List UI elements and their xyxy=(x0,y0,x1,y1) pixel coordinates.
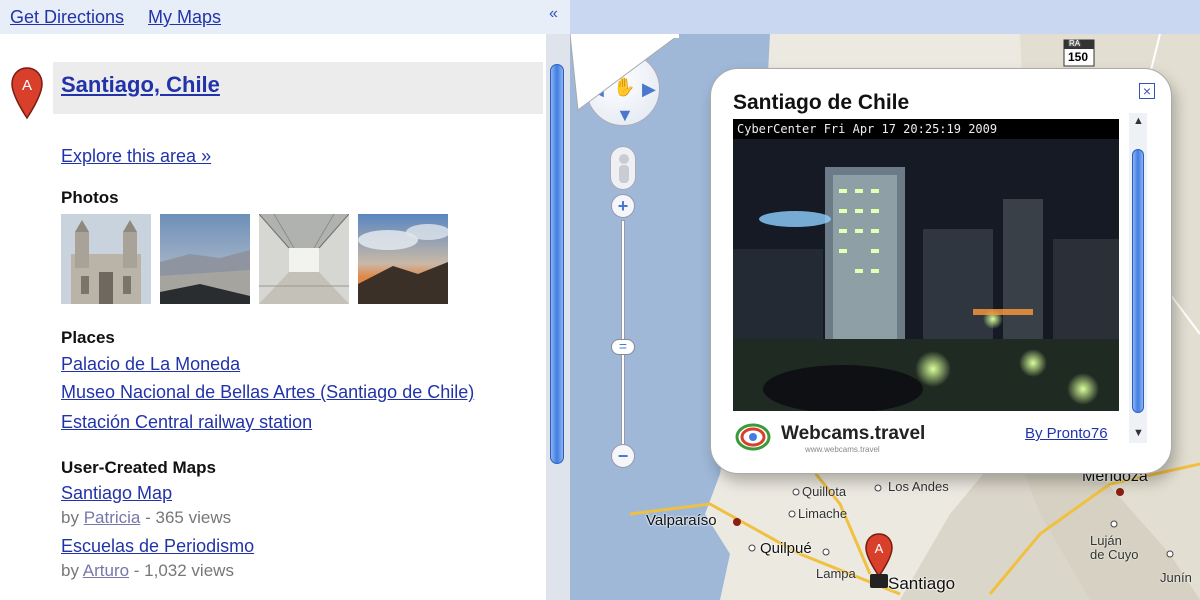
top-bar-left: Get Directions My Maps « xyxy=(0,0,570,34)
street-view-pegman-icon[interactable] xyxy=(610,146,636,190)
photos-heading: Photos xyxy=(61,188,119,207)
place-link[interactable]: Palacio de La Moneda xyxy=(61,354,240,375)
info-window-scrollbar[interactable]: ▲ ▼ xyxy=(1129,113,1147,443)
map-marker-letter: A xyxy=(875,541,884,556)
info-bubble-tail xyxy=(570,34,681,111)
place-link[interactable]: Estación Central railway station xyxy=(61,412,312,433)
panel-scrollbar[interactable] xyxy=(546,34,570,600)
info-window-scroll-thumb[interactable] xyxy=(1132,149,1144,413)
map-label-junin: Junín xyxy=(1160,570,1192,585)
webcams-globe-icon xyxy=(735,423,771,451)
info-window-title: Santiago de Chile xyxy=(733,91,910,114)
author-link[interactable]: Arturo xyxy=(83,561,129,580)
collapse-panel-icon[interactable]: « xyxy=(549,5,558,23)
photo-thumbnail-skyline[interactable] xyxy=(160,214,250,304)
zoom-in-button[interactable]: + xyxy=(611,194,635,218)
map-label-santiago: Santiago xyxy=(888,574,956,593)
info-window[interactable]: Santiago de Chile × CyberCenter Fri Apr … xyxy=(710,68,1172,474)
close-icon[interactable]: × xyxy=(1139,83,1155,99)
user-created-maps-heading: User-Created Maps xyxy=(61,458,216,477)
zoom-slider-thumb[interactable]: = xyxy=(611,339,635,355)
map-label-lujan-de-cuyo: Luján de Cuyo xyxy=(1090,533,1139,562)
photo-thumbnail-sunset[interactable] xyxy=(358,214,450,304)
user-map-link[interactable]: Santiago Map xyxy=(61,483,172,504)
top-bar: Get Directions My Maps « xyxy=(0,0,1200,34)
webcam-caption: CyberCenter Fri Apr 17 20:25:19 2009 xyxy=(733,119,1119,139)
route-shield-number: 150 xyxy=(1068,50,1089,64)
zoom-out-button[interactable]: − xyxy=(611,444,635,468)
logo-text: Webcams.travel xyxy=(781,423,926,444)
search-results-panel: A Santiago, Chile Explore this area » Ph… xyxy=(0,34,546,600)
scroll-down-icon[interactable]: ▼ xyxy=(1133,427,1144,439)
user-map-meta: by Arturo - 1,032 views xyxy=(61,561,234,580)
result-title-link[interactable]: Santiago, Chile xyxy=(61,72,220,98)
author-credit-link[interactable]: By Pronto76 xyxy=(1025,425,1108,442)
map-label-quillota: Quillota xyxy=(802,484,847,499)
user-map-link[interactable]: Escuelas de Periodismo xyxy=(61,536,254,557)
map-canvas[interactable]: RA 150 Valparaíso Quilpué Quillota Limac… xyxy=(570,34,1200,600)
explore-area-link[interactable]: Explore this area » xyxy=(61,146,211,167)
map-label-valparaiso: Valparaíso xyxy=(646,512,717,529)
webcam-image[interactable]: CyberCenter Fri Apr 17 20:25:19 2009 xyxy=(733,119,1119,411)
zoom-slider-track[interactable] xyxy=(621,220,625,450)
route-shield-prefix: RA xyxy=(1069,39,1081,48)
marker-a-icon[interactable]: A xyxy=(10,66,44,127)
my-maps-link[interactable]: My Maps xyxy=(148,7,221,28)
scroll-up-icon[interactable]: ▲ xyxy=(1133,115,1144,127)
photo-thumbnail-cathedral[interactable] xyxy=(61,214,151,304)
webcams-travel-logo[interactable]: Webcams.travel www.webcams.travel xyxy=(735,419,925,455)
logo-subtext: www.webcams.travel xyxy=(805,445,880,454)
place-link[interactable]: Museo Nacional de Bellas Artes (Santiago… xyxy=(61,382,474,403)
marker-letter: A xyxy=(22,77,32,94)
map-label-lampa: Lampa xyxy=(816,566,856,581)
user-map-meta: by Patricia - 365 views xyxy=(61,508,232,527)
top-bar-right xyxy=(570,0,1200,34)
author-link[interactable]: Patricia xyxy=(84,508,141,527)
get-directions-link[interactable]: Get Directions xyxy=(10,7,124,28)
map-label-quilpue: Quilpué xyxy=(760,540,812,557)
map-label-los-andes: Los Andes xyxy=(888,479,949,494)
map-label-limache: Limache xyxy=(798,506,848,521)
panel-scroll-thumb[interactable] xyxy=(550,64,564,464)
places-heading: Places xyxy=(61,328,115,347)
photo-thumbnail-station[interactable] xyxy=(258,213,350,304)
webcam-icon[interactable] xyxy=(870,574,888,588)
